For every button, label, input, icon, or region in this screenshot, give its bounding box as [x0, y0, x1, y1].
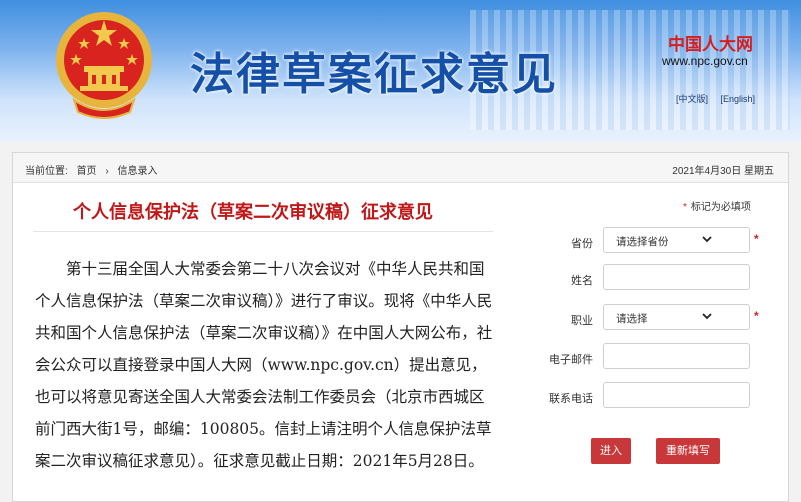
site-url: www.npc.gov.cn [662, 54, 748, 68]
phone-field[interactable] [603, 382, 750, 408]
title-divider [33, 231, 493, 232]
job-required-mark: * [754, 309, 759, 323]
job-select-value: 请选择 [616, 313, 648, 325]
email-label: 电子邮件 [549, 354, 593, 366]
name-row: 姓名 [523, 264, 783, 294]
reset-button[interactable]: 重新填写 [656, 438, 720, 464]
article-title: 个人信息保护法（草案二次审议稿）征求意见 [73, 202, 433, 223]
site-header: 法律草案征求意见 中国人大网 www.npc.gov.cn [中文版] [Eng… [0, 0, 801, 142]
phone-label: 联系电话 [549, 393, 593, 405]
language-switcher: [中文版] [English] [676, 92, 765, 105]
required-note-text: 标记为必填项 [690, 202, 751, 213]
breadcrumb-home-link[interactable]: 首页 [77, 166, 97, 177]
job-label: 职业 [571, 315, 593, 327]
chevron-down-icon [702, 236, 712, 243]
submit-button[interactable]: 进入 [591, 438, 631, 464]
email-row: 电子邮件 [523, 343, 783, 373]
breadcrumb-prefix: 当前位置: [25, 166, 68, 177]
job-row: 职业 请选择 * [523, 304, 783, 334]
required-star: * [683, 202, 687, 213]
breadcrumb-separator: › [105, 166, 109, 177]
lang-english-link[interactable]: [English] [721, 94, 756, 104]
breadcrumb: 当前位置: 首页 › 信息录入 2021年4月30日 星期五 [13, 153, 788, 183]
email-field[interactable] [603, 343, 750, 369]
lang-chinese-link[interactable]: [中文版] [676, 94, 708, 104]
phone-row: 联系电话 [523, 382, 783, 412]
page-title: 法律草案征求意见 [190, 49, 558, 100]
content-panel: 当前位置: 首页 › 信息录入 2021年4月30日 星期五 个人信息保护法（草… [12, 152, 789, 502]
national-emblem-icon [56, 12, 152, 119]
brand-logo[interactable]: 中国人大网 [668, 30, 753, 55]
chevron-down-icon [702, 313, 712, 320]
job-select[interactable]: 请选择 [603, 304, 750, 330]
required-note: * 标记为必填项 [683, 198, 751, 213]
article-body: 第十三届全国人大常委会第二十八次会议对《中华人民共和国个人信息保护法（草案二次审… [35, 260, 493, 470]
breadcrumb-current: 信息录入 [117, 166, 158, 177]
province-select[interactable]: 请选择省份 [603, 227, 750, 253]
province-label: 省份 [571, 238, 593, 250]
province-required-mark: * [754, 232, 759, 246]
name-field[interactable] [603, 264, 750, 290]
province-row: 省份 请选择省份 * [523, 227, 783, 257]
province-select-value: 请选择省份 [616, 236, 669, 248]
current-date: 2021年4月30日 星期五 [672, 166, 774, 177]
name-label: 姓名 [571, 275, 593, 287]
